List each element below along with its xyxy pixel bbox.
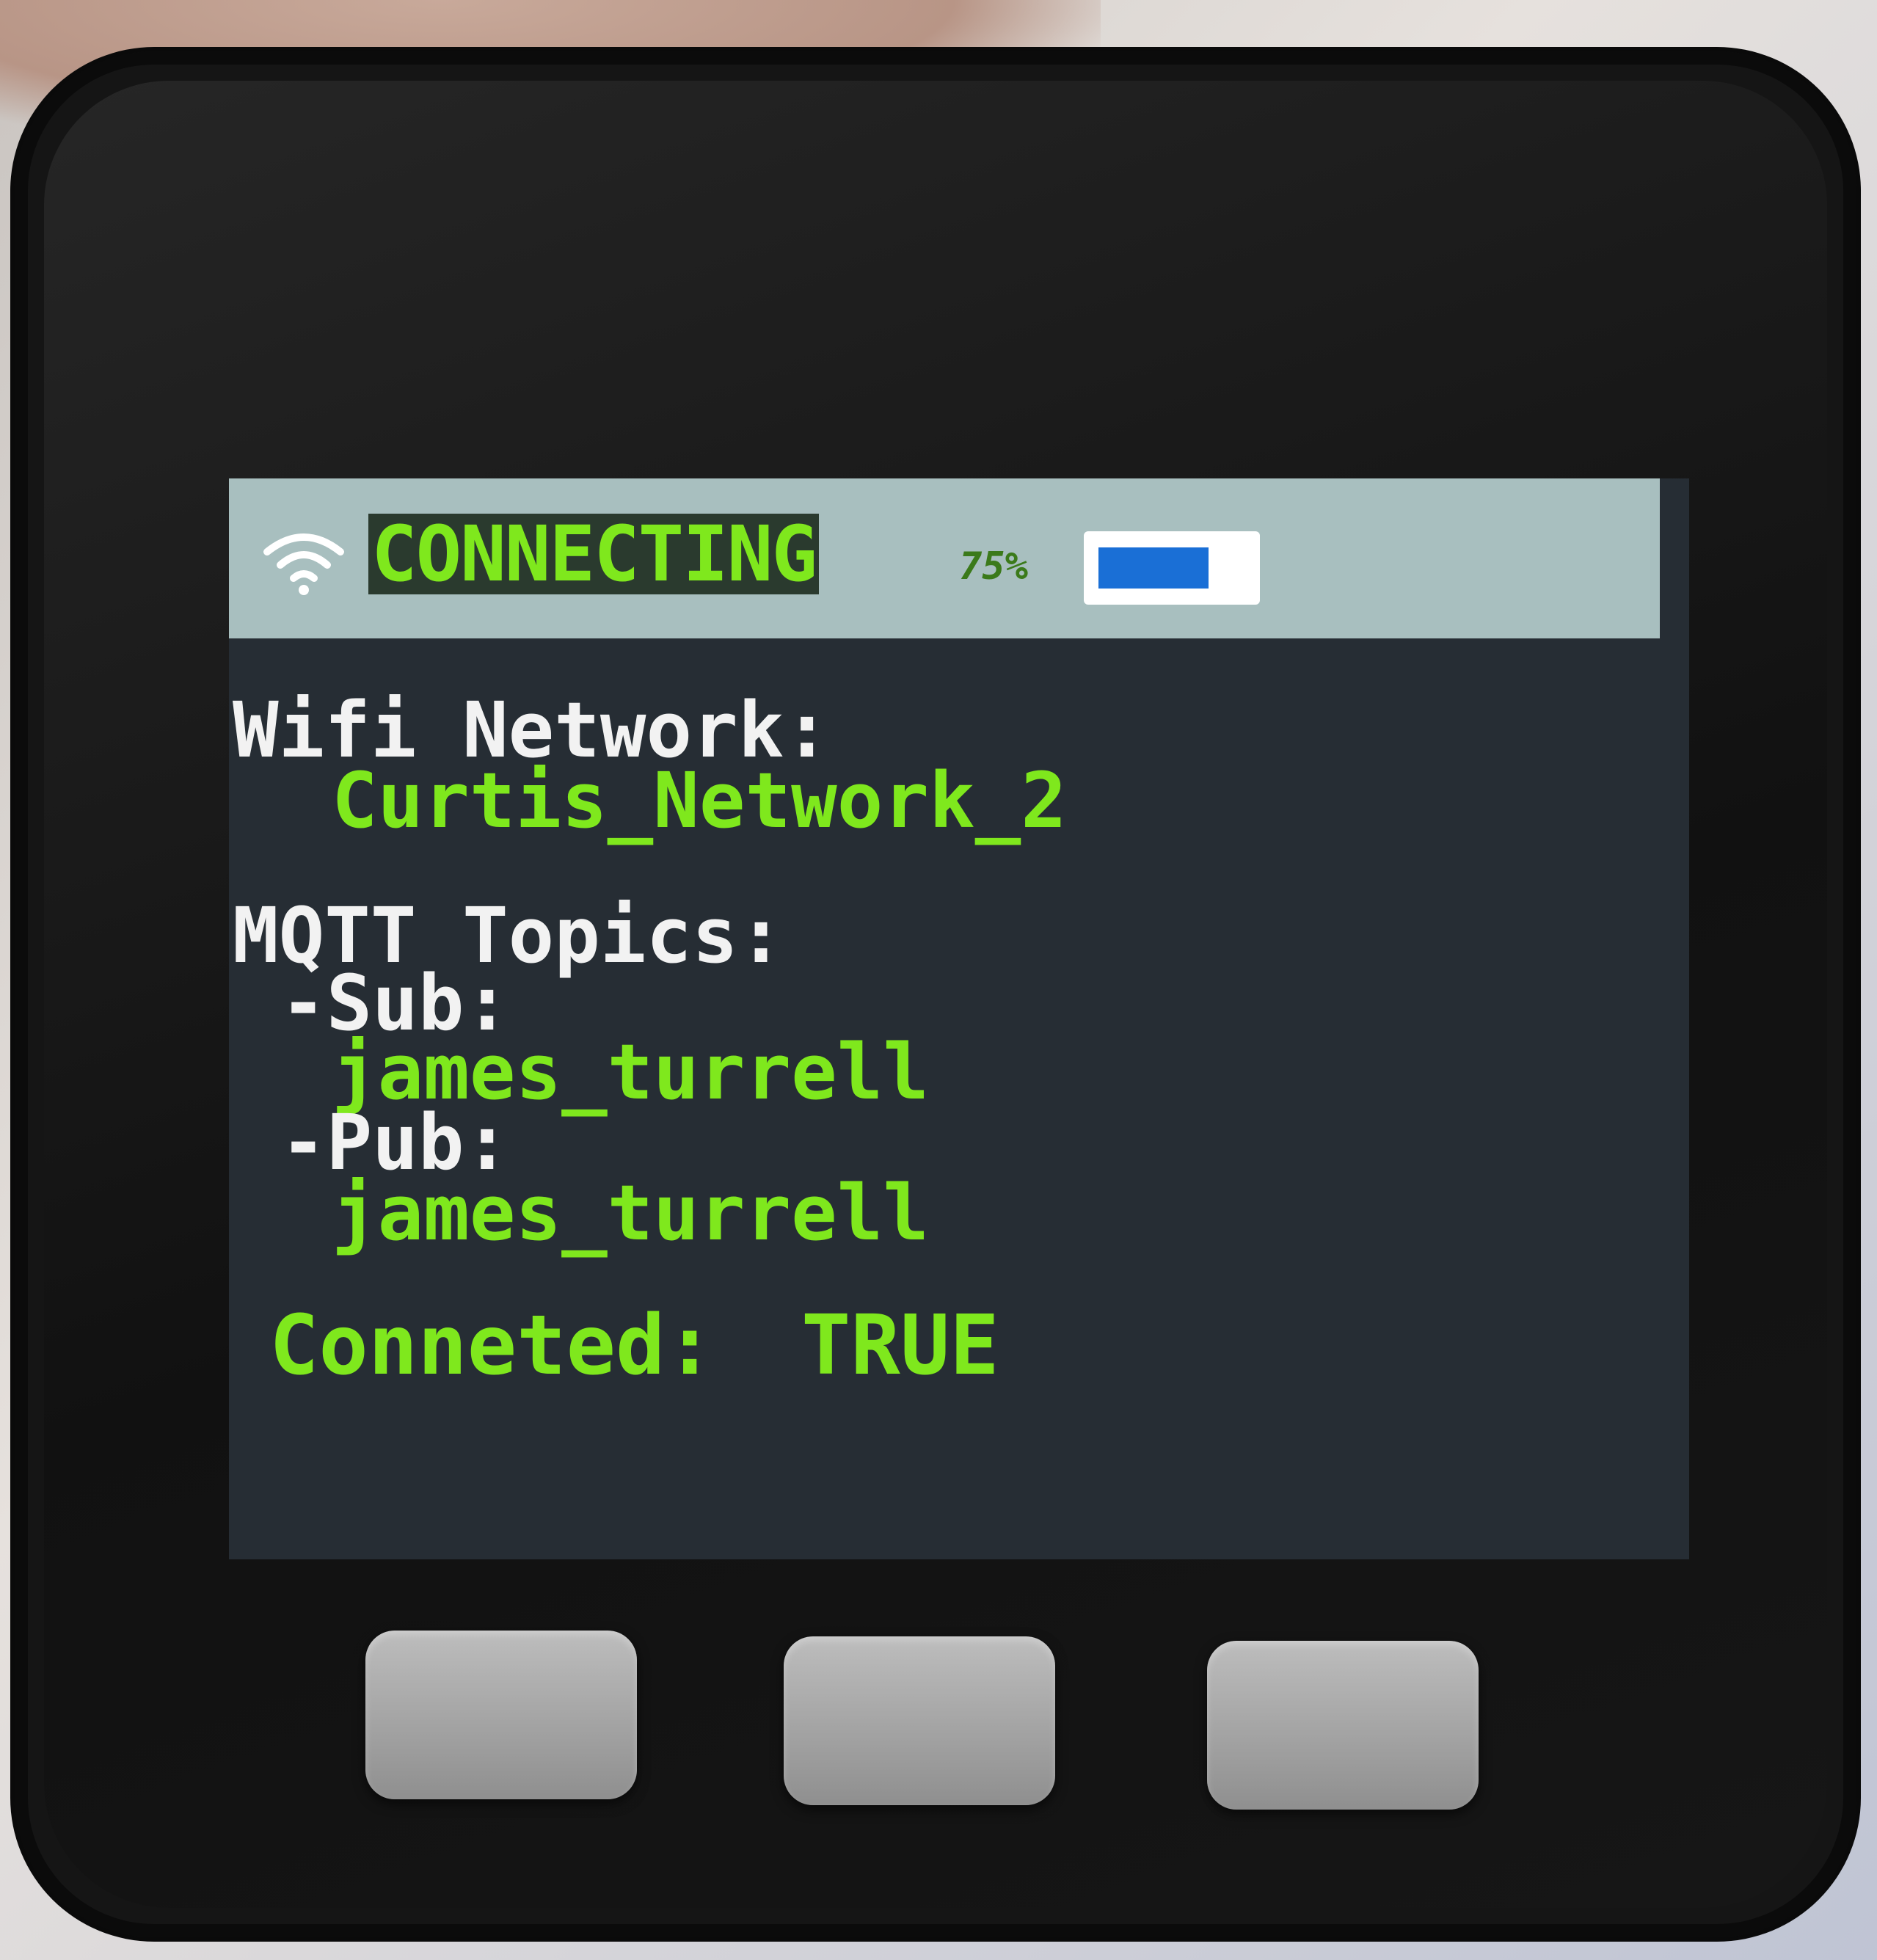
battery-level-fill	[1098, 547, 1209, 589]
wifi-icon	[263, 533, 344, 595]
display-screen: CONNECTING 75% Wifi Network: Curtis_Netw…	[229, 478, 1689, 1559]
status-bar: CONNECTING 75%	[229, 478, 1660, 638]
wifi-network-name: Curtis_Network_2	[332, 756, 1067, 845]
connected-value: TRUE	[801, 1298, 999, 1394]
device-body: CONNECTING 75% Wifi Network: Curtis_Netw…	[15, 51, 1856, 1937]
button-a[interactable]	[365, 1631, 637, 1799]
connected-label: Conneted:	[269, 1298, 715, 1394]
info-panel: Wifi Network: Curtis_Network_2 MQTT Topi…	[229, 638, 1689, 1559]
mqtt-pub-topic: james_turrell	[332, 1168, 929, 1258]
connection-status-title: CONNECTING	[368, 514, 820, 594]
battery-percent-label: 75%	[959, 544, 1028, 589]
battery-icon	[1084, 531, 1260, 605]
button-c[interactable]	[1207, 1641, 1479, 1810]
button-b[interactable]	[784, 1636, 1055, 1805]
